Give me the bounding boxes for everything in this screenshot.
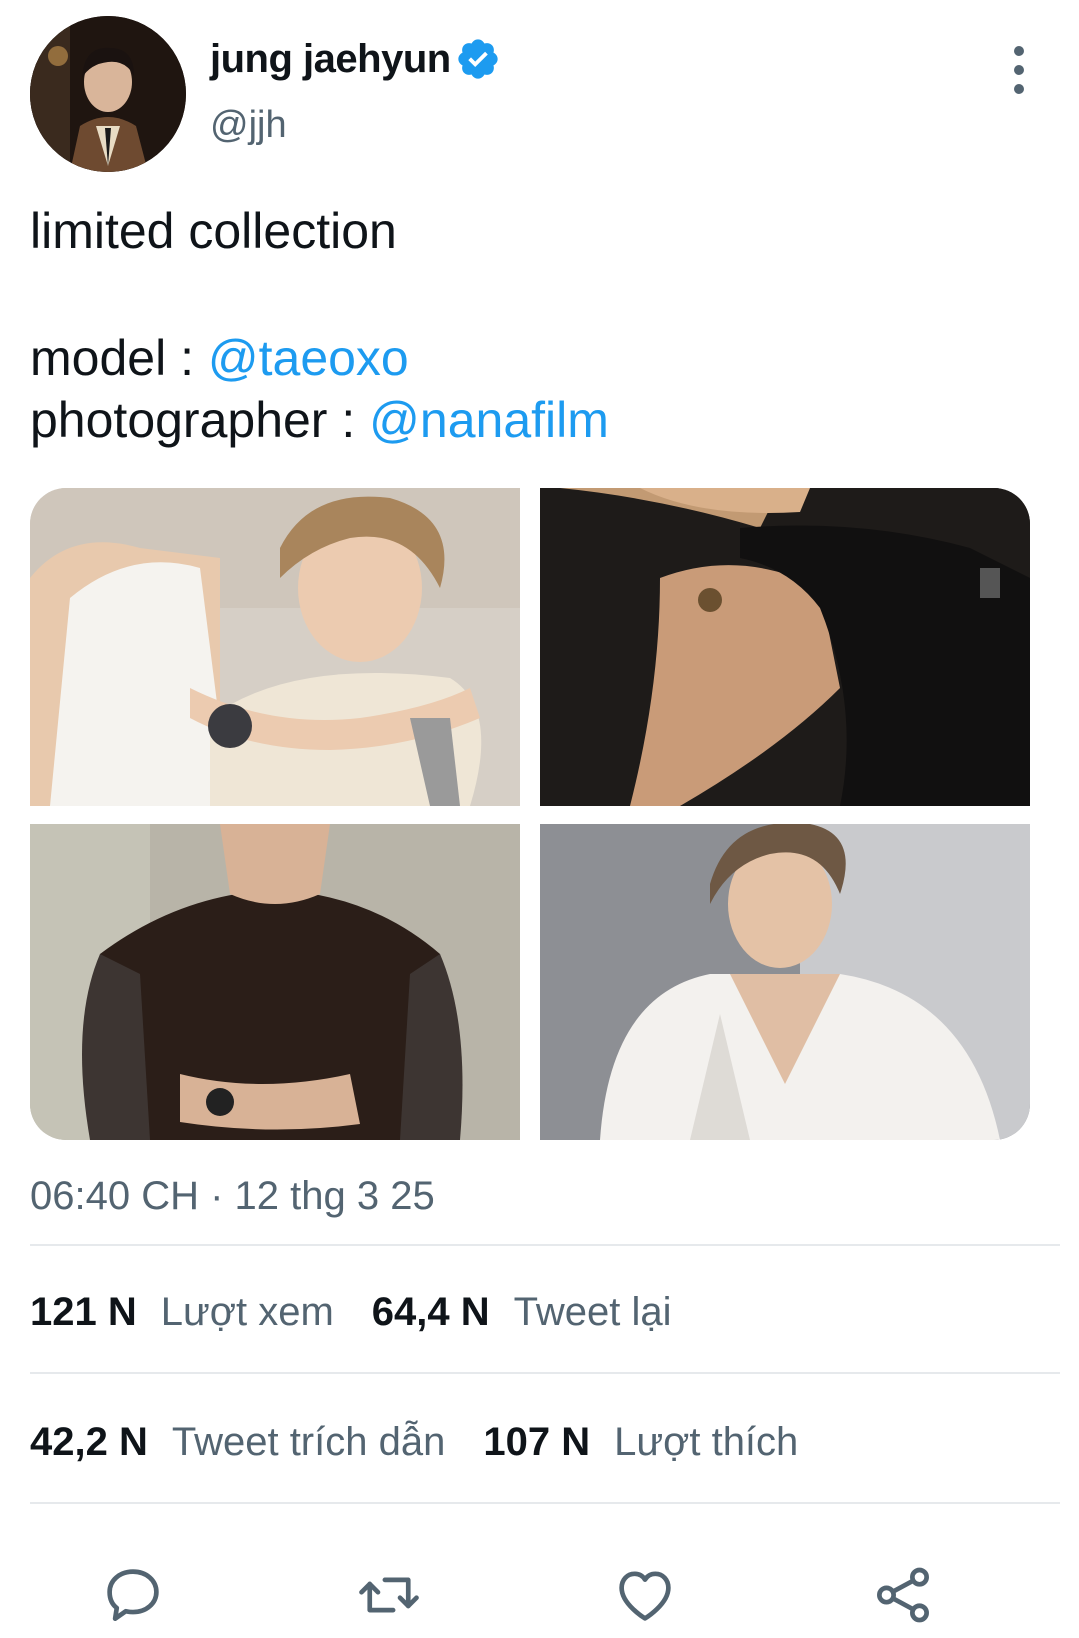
media-photo-4[interactable] [540, 824, 1030, 1140]
tweet-line-title: limited collection [30, 203, 397, 259]
likes-count[interactable]: 107 N [483, 1420, 590, 1465]
more-options-icon[interactable] [1004, 46, 1034, 94]
reply-icon[interactable] [100, 1562, 166, 1628]
retweets-label[interactable]: Tweet lại [514, 1290, 672, 1335]
tweet-text: limited collection model : @taeoxo photo… [30, 200, 609, 451]
quotes-count[interactable]: 42,2 N [30, 1420, 148, 1465]
divider [30, 1502, 1060, 1504]
verified-badge-icon [458, 39, 498, 79]
likes-label[interactable]: Lượt thích [614, 1420, 798, 1465]
tweet-line-photographer: photographer : @nanafilm [30, 389, 609, 451]
divider [30, 1244, 1060, 1246]
model-label: model : [30, 330, 208, 386]
divider [30, 1372, 1060, 1374]
views-count: 121 N [30, 1290, 137, 1334]
tweet-timestamp[interactable]: 06:40 CH · 12 thg 3 25 [30, 1174, 435, 1219]
stats-row-2: 42,2 N Tweet trích dẫn 107 N Lượt thích [30, 1420, 798, 1465]
tweet-line-model: model : @taeoxo [30, 327, 609, 389]
author-handle[interactable]: @jjh [210, 104, 287, 147]
photographer-label: photographer : [30, 392, 370, 448]
views-label: Lượt xem [160, 1290, 334, 1334]
media-photo-2[interactable] [540, 488, 1030, 806]
quotes-label[interactable]: Tweet trích dẫn [172, 1420, 445, 1465]
retweets-count[interactable]: 64,4 N [372, 1290, 490, 1335]
heart-icon[interactable] [612, 1562, 678, 1628]
author-display-name[interactable]: jung jaehyun [210, 37, 451, 82]
author-avatar[interactable] [30, 16, 186, 172]
stats-row-1: 121 N Lượt xem 64,4 N Tweet lại [30, 1290, 672, 1335]
photographer-mention-link[interactable]: @nanafilm [369, 392, 609, 448]
media-grid [30, 488, 1030, 1140]
media-photo-1[interactable] [30, 488, 520, 806]
share-icon[interactable] [870, 1562, 936, 1628]
media-photo-3[interactable] [30, 824, 520, 1140]
retweet-icon[interactable] [356, 1562, 422, 1628]
model-mention-link[interactable]: @taeoxo [208, 330, 409, 386]
